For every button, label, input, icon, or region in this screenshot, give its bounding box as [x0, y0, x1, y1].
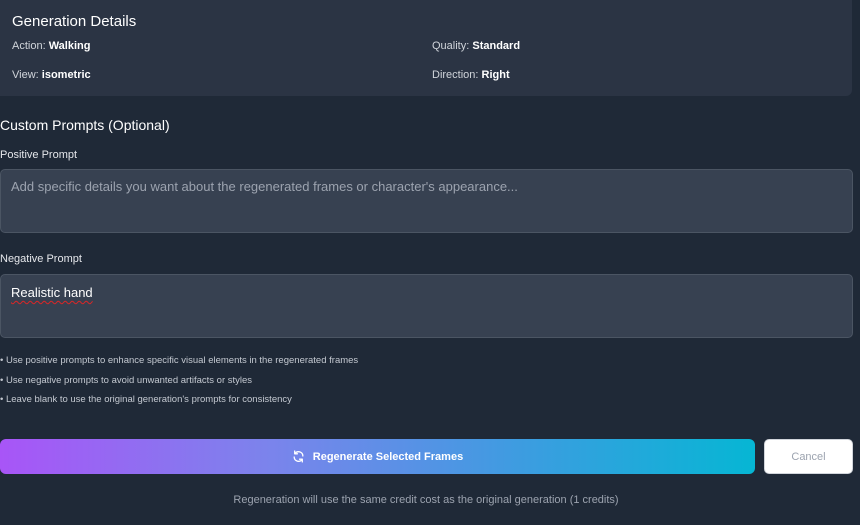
detail-direction-label: Direction: [432, 69, 479, 81]
cancel-button[interactable]: Cancel [764, 439, 853, 474]
hint-negative: • Use negative prompts to avoid unwanted… [0, 374, 253, 386]
credit-footnote: Regeneration will use the same credit co… [233, 494, 619, 506]
regenerate-button[interactable]: Regenerate Selected Frames [0, 439, 755, 474]
negative-prompt-label: Negative Prompt [0, 253, 82, 265]
regenerate-button-label: Regenerate Selected Frames [312, 450, 464, 463]
detail-quality: Quality: Standard [432, 40, 520, 52]
detail-view: View: isometric [12, 69, 91, 81]
hint-blank: • Leave blank to use the original genera… [0, 394, 292, 405]
prompt-hints: • Use positive prompts to enhance specif… [0, 354, 358, 413]
detail-direction: Direction: Right [432, 69, 510, 81]
detail-view-value: isometric [41, 69, 91, 81]
generation-details-card: Generation Details Action: Walking Quali… [0, 0, 852, 96]
generation-details-title: Generation Details [12, 13, 137, 30]
negative-prompt-value: Realistic hand [11, 285, 93, 300]
hint-positive: • Use positive prompts to enhance specif… [0, 355, 359, 366]
detail-view-label: View: [12, 69, 39, 81]
regenerate-panel: Generation Details Action: Walking Quali… [0, 0, 860, 525]
detail-quality-label: Quality: [432, 40, 470, 52]
positive-prompt-label: Positive Prompt [0, 149, 78, 161]
custom-prompts-title: Custom Prompts (Optional) [0, 117, 170, 133]
detail-direction-value: Right [481, 69, 510, 81]
detail-action: Action: Walking [12, 40, 90, 52]
detail-action-label: Action: [12, 40, 46, 52]
positive-prompt-input[interactable] [0, 169, 853, 233]
negative-prompt-input[interactable]: Realistic hand [0, 274, 853, 338]
detail-action-value: Walking [48, 40, 91, 52]
refresh-icon [292, 450, 305, 463]
detail-quality-value: Standard [472, 40, 521, 52]
